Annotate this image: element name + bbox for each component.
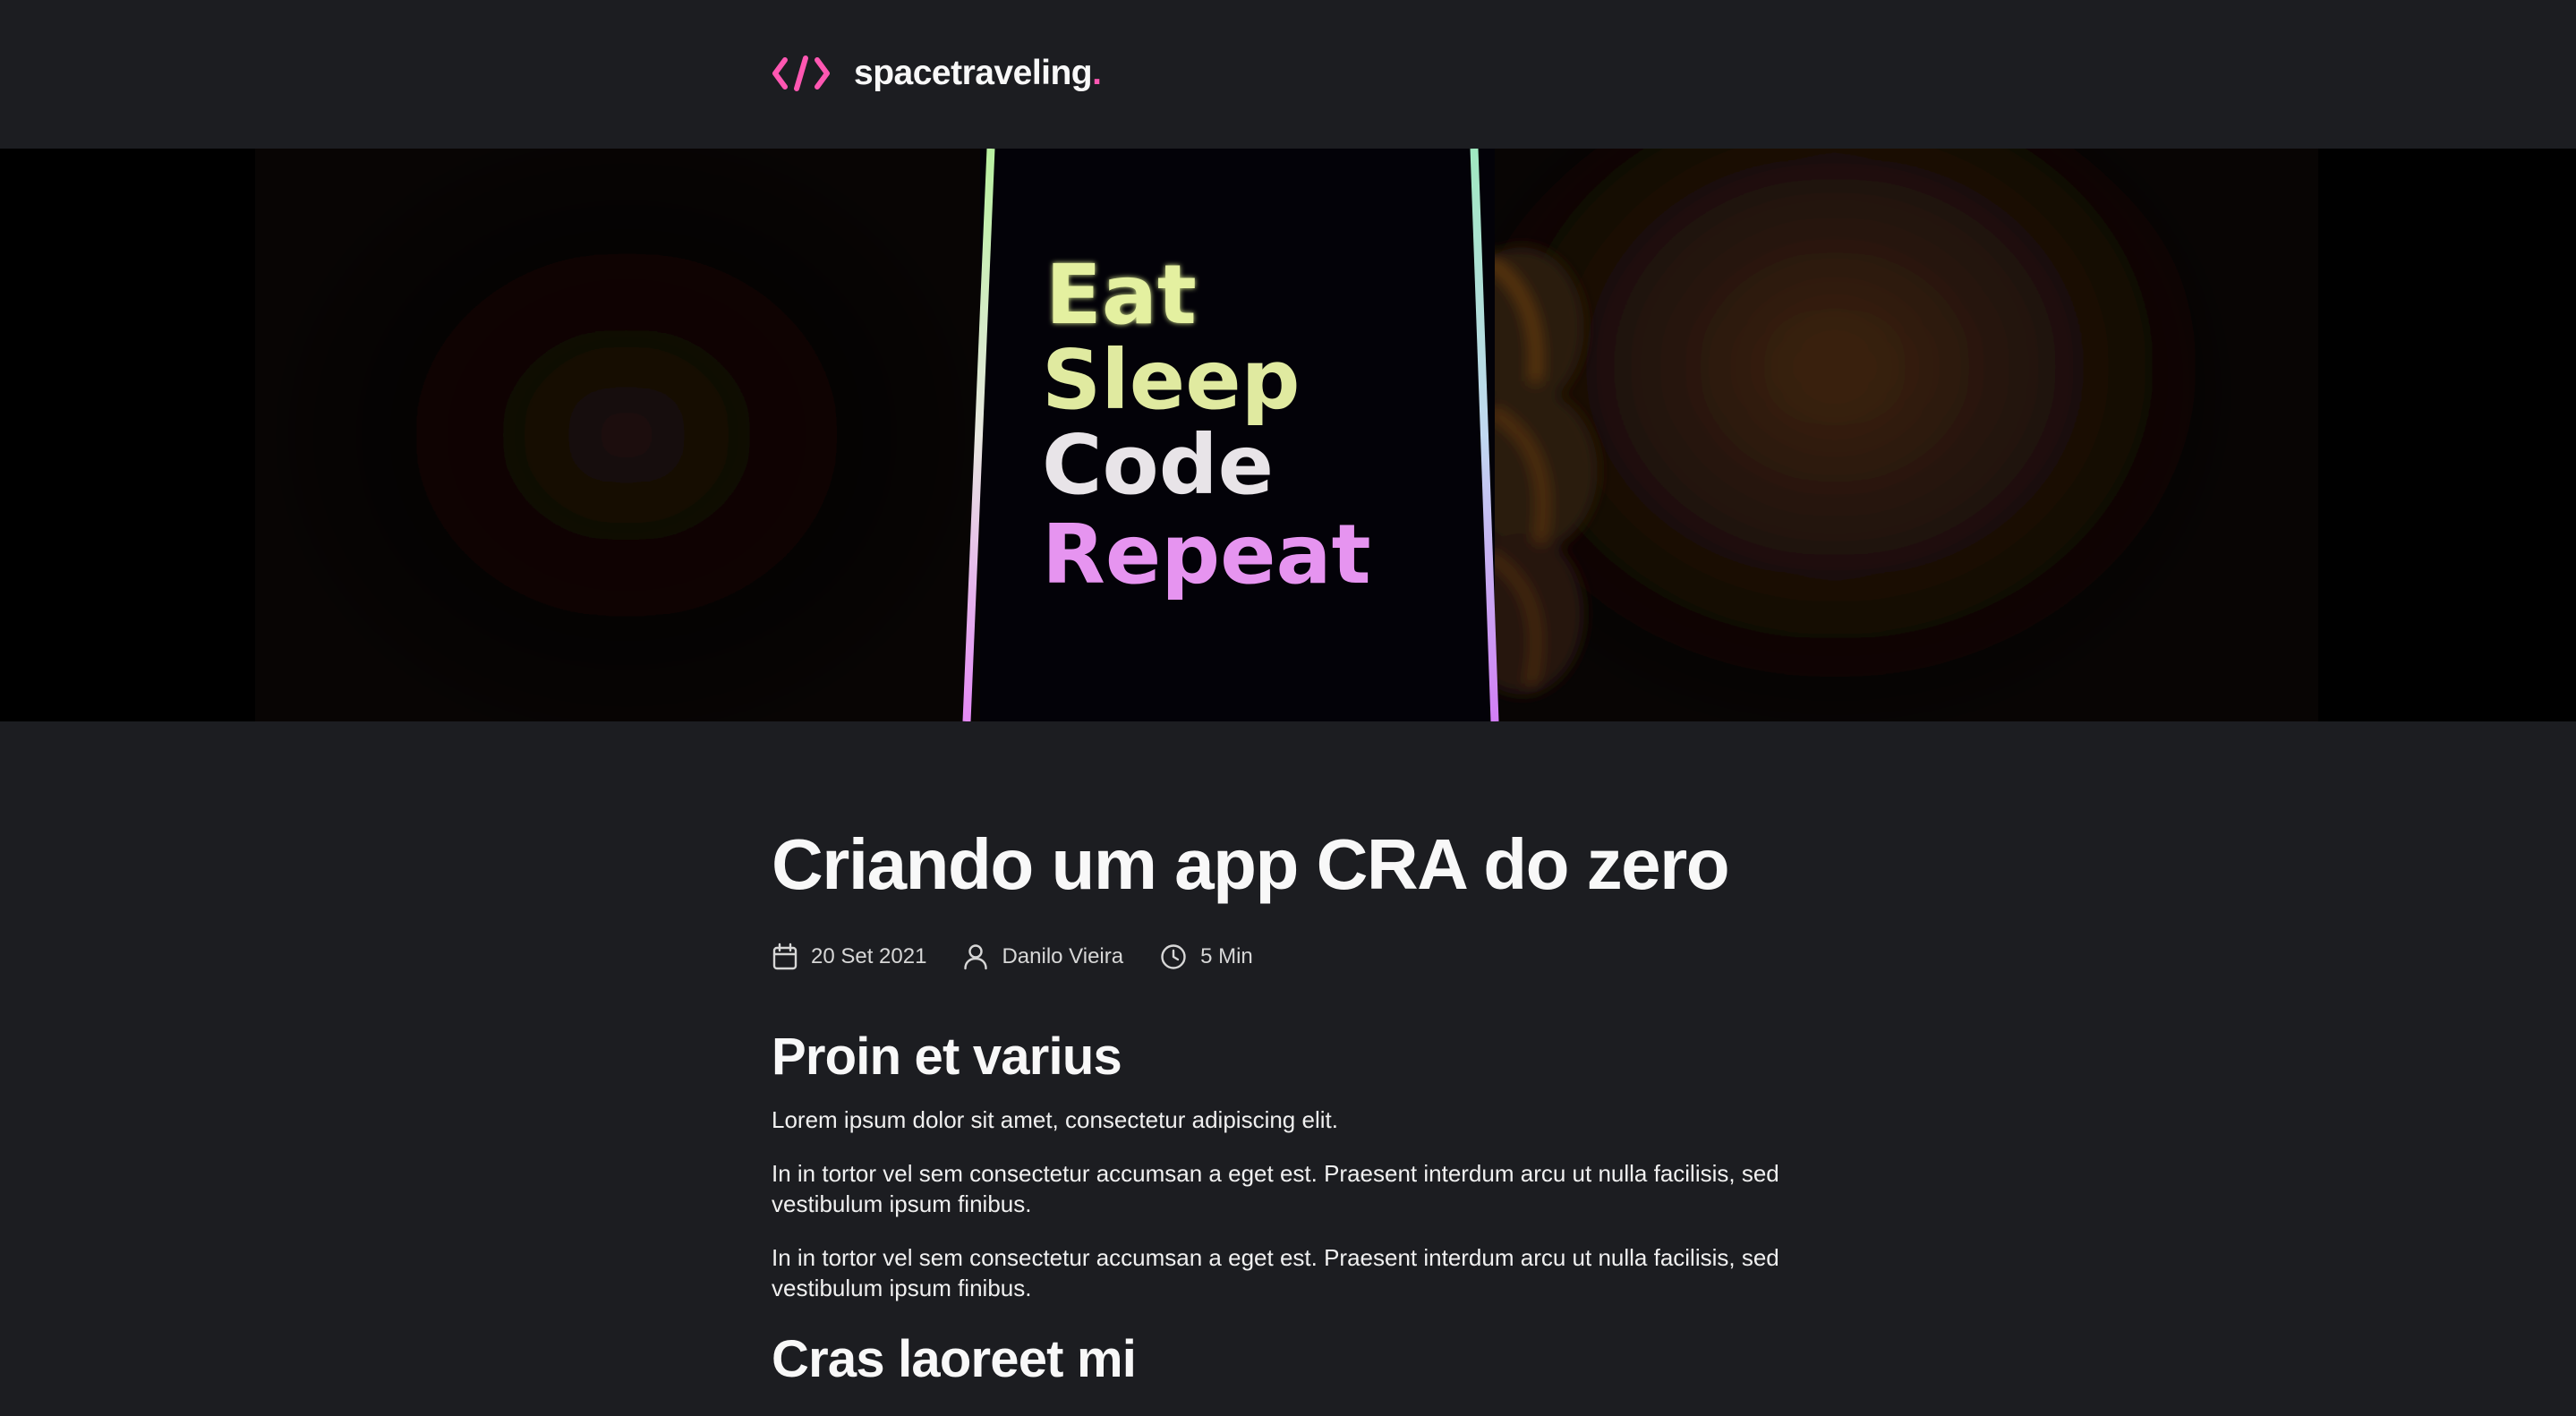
post-date-text: 20 Set 2021 <box>811 944 927 968</box>
page: spacetraveling. Eat Eat Sleep Code Repea… <box>0 0 2576 1416</box>
calendar-icon <box>772 943 798 970</box>
code-brackets-icon <box>772 55 830 91</box>
post-title: Criando um app CRA do zero <box>772 824 1730 904</box>
user-icon <box>964 944 988 970</box>
post-article: Criando um app CRA do zero 20 Set 2021 D… <box>772 823 1810 1390</box>
banner-line-4: Repeat <box>1042 507 1371 602</box>
banner-line-2: Sleep <box>1042 332 1300 428</box>
post-meta: 20 Set 2021 Danilo Vieira 5 Min <box>772 942 1810 972</box>
home-logo-link[interactable]: spacetraveling. <box>772 48 1102 98</box>
banner-illustration: Eat Eat Sleep Code Repeat <box>0 149 2576 721</box>
section-paragraph: Lorem ipsum dolor sit amet, consectetur … <box>772 1105 1338 1133</box>
banner-line-1-crisp: Eat <box>1045 247 1197 343</box>
brand-name: spacetraveling <box>854 54 1093 92</box>
section-paragraph: In in tortor vel sem consectetur accumsa… <box>772 1159 1779 1217</box>
post-date: 20 Set 2021 <box>772 943 926 971</box>
site-header: spacetraveling. <box>0 0 2576 149</box>
post-banner-image: Eat Eat Sleep Code Repeat <box>0 149 2576 721</box>
clock-icon <box>1161 944 1186 969</box>
brand-dot: . <box>1092 54 1102 92</box>
post-author-text: Danilo Vieira <box>1002 944 1124 968</box>
banner-line-3: Code <box>1042 417 1274 513</box>
section-heading: Cras laoreet mi <box>772 1329 1137 1388</box>
section-paragraph: In in tortor vel sem consectetur accumsa… <box>772 1243 1779 1301</box>
section-heading: Proin et varius <box>772 1028 1122 1086</box>
post-reading-time: 5 Min <box>1159 943 1253 971</box>
post-author: Danilo Vieira <box>962 943 1123 971</box>
post-reading-time-text: 5 Min <box>1200 944 1253 968</box>
